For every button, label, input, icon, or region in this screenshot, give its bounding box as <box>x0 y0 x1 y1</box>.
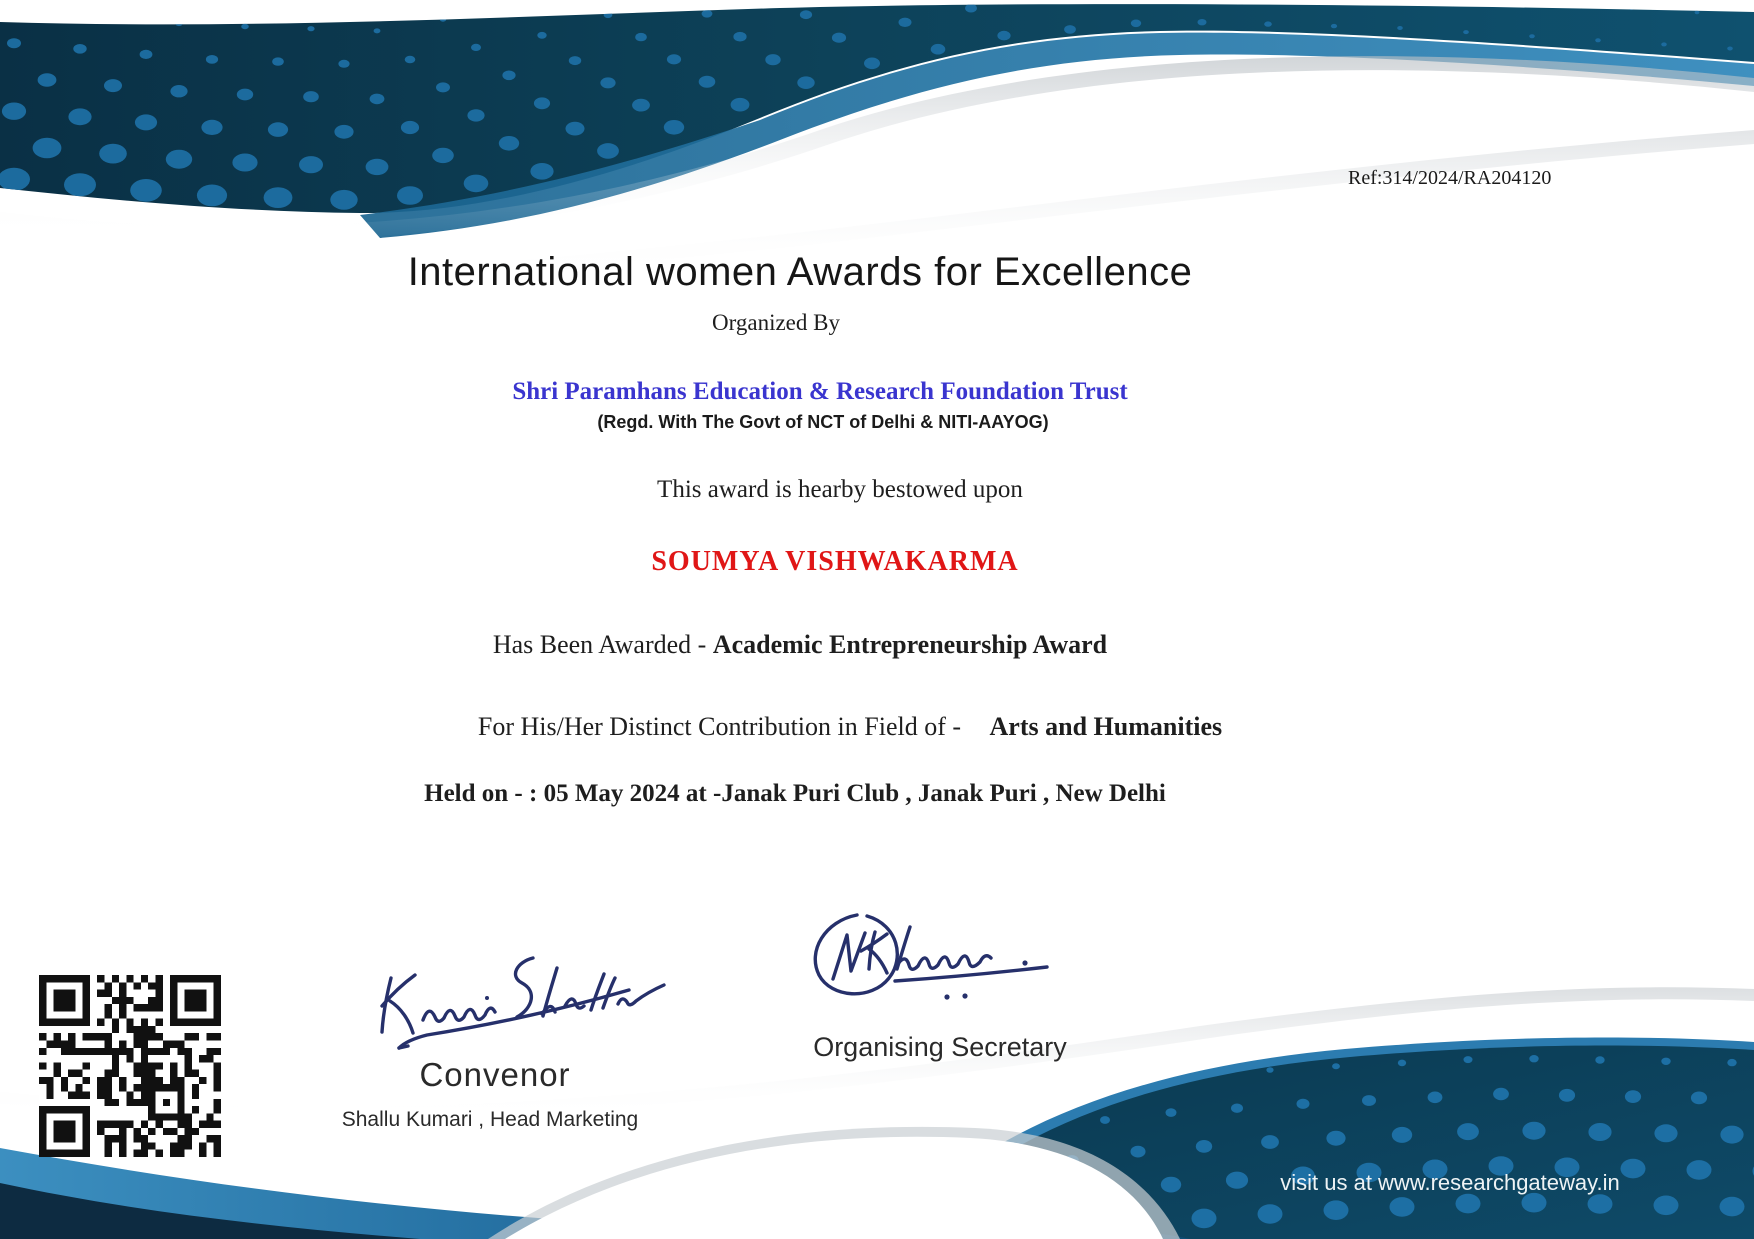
convenor-signature-handwriting <box>375 948 667 1052</box>
footer-url: visit us at www.researchgateway.in <box>1250 1170 1650 1196</box>
field-line: For His/Her Distinct Contribution in Fie… <box>0 712 1700 742</box>
registration-line: (Regd. With The Govt of NCT of Delhi & N… <box>0 412 1646 433</box>
organized-by-label: Organized By <box>0 310 1552 336</box>
bestowed-line: This award is hearby bestowed upon <box>0 476 1680 504</box>
recipient-name: SOUMYA VISHWAKARMA <box>0 546 1670 578</box>
award-name: Academic Entrepreneurship Award <box>713 630 1107 659</box>
field-name: Arts and Humanities <box>990 712 1223 741</box>
secretary-role-label: Organising Secretary <box>795 1032 1085 1063</box>
convenor-role-label: Convenor <box>370 1056 620 1094</box>
certificate-page: Ref:314/2024/RA204120 International wome… <box>0 0 1754 1239</box>
convenor-name-label: Shallu Kumari , Head Marketing <box>305 1108 675 1132</box>
reference-number: Ref:314/2024/RA204120 <box>1348 167 1551 190</box>
secretary-signature-handwriting <box>795 905 1060 1013</box>
field-line-prefix: For His/Her Distinct Contribution in Fie… <box>478 712 968 741</box>
award-line-prefix: Has Been Awarded - <box>493 630 713 659</box>
organization-name: Shri Paramhans Education & Research Foun… <box>0 378 1640 406</box>
award-line: Has Been Awarded - Academic Entrepreneur… <box>0 630 1600 660</box>
certificate-title: International women Awards for Excellenc… <box>0 250 1600 295</box>
event-line: Held on - : 05 May 2024 at -Janak Puri C… <box>0 780 1590 808</box>
qr-code-icon <box>39 975 221 1157</box>
